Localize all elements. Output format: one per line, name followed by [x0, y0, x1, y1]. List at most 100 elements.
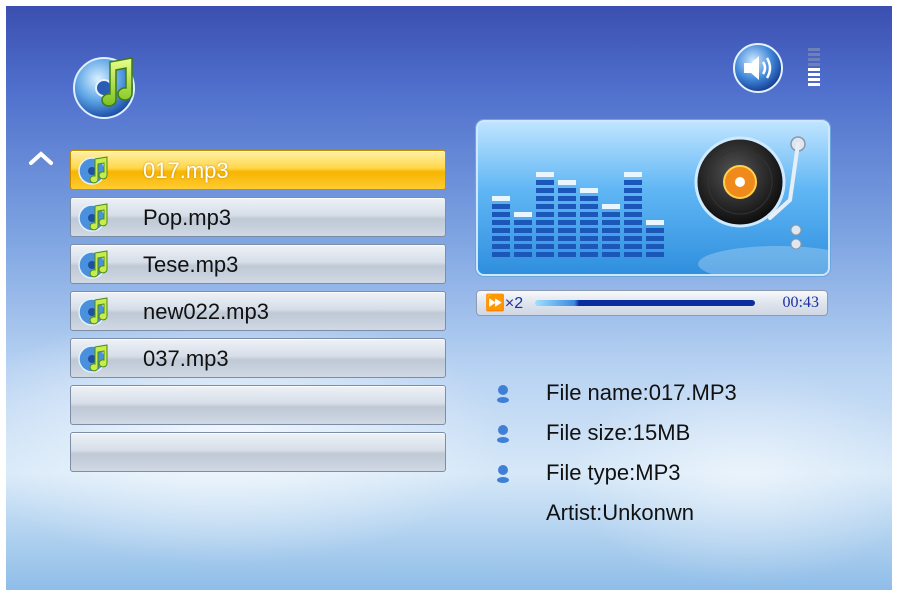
equalizer-segment [536, 188, 554, 193]
equalizer-segment [580, 196, 598, 201]
equalizer-segment [624, 188, 642, 193]
equalizer-segment [558, 212, 576, 217]
equalizer-segment [646, 220, 664, 225]
equalizer-segment [536, 244, 554, 249]
equalizer-segment [602, 236, 620, 241]
playlist-item[interactable]: Tese.mp3 [70, 244, 446, 284]
equalizer-segment [624, 196, 642, 201]
equalizer-segment [492, 244, 510, 249]
equalizer-segment [536, 204, 554, 209]
playlist-item-empty[interactable] [70, 432, 446, 472]
equalizer-segment [580, 228, 598, 233]
equalizer-segment [514, 252, 532, 257]
equalizer-segment [624, 212, 642, 217]
media-player-screen: 017.mp3 Pop.mp3 Tese.mp3 new022.mp3 037.… [6, 6, 892, 590]
equalizer-segment [492, 228, 510, 233]
equalizer-segment [536, 212, 554, 217]
equalizer-segment [558, 236, 576, 241]
equalizer-segment [514, 244, 532, 249]
equalizer-segment [624, 236, 642, 241]
equalizer-segment [514, 228, 532, 233]
equalizer-segment [646, 252, 664, 257]
equalizer-segment [558, 196, 576, 201]
equalizer-segment [580, 204, 598, 209]
music-file-icon [78, 344, 108, 373]
equalizer-segment [624, 252, 642, 257]
equalizer-bars [492, 172, 664, 257]
equalizer-segment [580, 212, 598, 217]
equalizer-segment [624, 228, 642, 233]
playlist-item[interactable]: new022.mp3 [70, 291, 446, 331]
music-file-icon [78, 297, 108, 326]
equalizer-segment [602, 252, 620, 257]
info-bullet-icon [497, 385, 509, 403]
artist-text: Artist:Unkonwn [546, 500, 694, 525]
equalizer-segment [536, 236, 554, 241]
equalizer-segment [602, 204, 620, 209]
equalizer-segment [514, 220, 532, 225]
equalizer-segment [492, 252, 510, 257]
equalizer-segment [536, 252, 554, 257]
progress-track[interactable] [535, 300, 755, 306]
equalizer-segment [558, 252, 576, 257]
equalizer-segment [602, 244, 620, 249]
equalizer-segment [580, 220, 598, 225]
equalizer-segment [624, 204, 642, 209]
equalizer-segment [558, 228, 576, 233]
equalizer-segment [624, 244, 642, 249]
equalizer-segment [492, 204, 510, 209]
equalizer-segment [624, 172, 642, 177]
file-type-text: File type:MP3 [546, 460, 681, 485]
equalizer-segment [602, 212, 620, 217]
music-file-icon [78, 250, 108, 279]
playback-speed: ⏩×2 [485, 295, 524, 312]
music-file-icon [78, 156, 108, 185]
speaker-icon[interactable] [732, 42, 784, 94]
playlist: 017.mp3 Pop.mp3 Tese.mp3 new022.mp3 037.… [70, 150, 446, 479]
equalizer-segment [580, 236, 598, 241]
playlist-item[interactable]: 037.mp3 [70, 338, 446, 378]
equalizer-segment [602, 228, 620, 233]
equalizer-segment [514, 212, 532, 217]
equalizer-segment [580, 244, 598, 249]
equalizer-segment [580, 252, 598, 257]
equalizer-segment [558, 204, 576, 209]
playlist-item-label: 037.mp3 [143, 346, 229, 371]
fast-forward-icon: ⏩ [485, 295, 505, 312]
equalizer-segment [536, 172, 554, 177]
equalizer-segment [492, 236, 510, 241]
file-size-text: File size:15MB [546, 420, 691, 445]
playlist-item-label: Tese.mp3 [143, 252, 239, 277]
equalizer-segment [558, 220, 576, 225]
equalizer-segment [536, 220, 554, 225]
equalizer-segment [536, 196, 554, 201]
equalizer-segment [492, 196, 510, 201]
equalizer-segment [646, 244, 664, 249]
music-file-icon [78, 203, 108, 232]
equalizer-segment [580, 188, 598, 193]
equalizer-segment [602, 220, 620, 225]
equalizer-segment [558, 180, 576, 185]
file-name-text: File name:017.MP3 [546, 380, 737, 405]
equalizer-segment [492, 220, 510, 225]
playback-progress-bar[interactable]: ⏩×2 00:43 [476, 290, 828, 316]
volume-level-bars[interactable] [806, 48, 822, 90]
equalizer-segment [492, 212, 510, 217]
equalizer-segment [536, 180, 554, 185]
turntable-icon [694, 136, 828, 274]
info-bullet-icon [497, 465, 509, 483]
equalizer-segment [536, 228, 554, 233]
info-bullet-icon [497, 425, 509, 443]
music-note-disc-icon [73, 57, 135, 119]
playlist-item-label: new022.mp3 [143, 299, 269, 324]
playlist-item[interactable]: 017.mp3 [70, 150, 446, 190]
playlist-item-empty[interactable] [70, 385, 446, 425]
playlist-item-label: Pop.mp3 [143, 205, 232, 230]
equalizer-segment [514, 236, 532, 241]
equalizer-segment [646, 236, 664, 241]
equalizer-segment [558, 244, 576, 249]
playlist-item[interactable]: Pop.mp3 [70, 197, 446, 237]
chevron-up-icon[interactable] [28, 150, 54, 166]
playlist-item-label: 017.mp3 [143, 158, 229, 183]
equalizer-segment [646, 228, 664, 233]
